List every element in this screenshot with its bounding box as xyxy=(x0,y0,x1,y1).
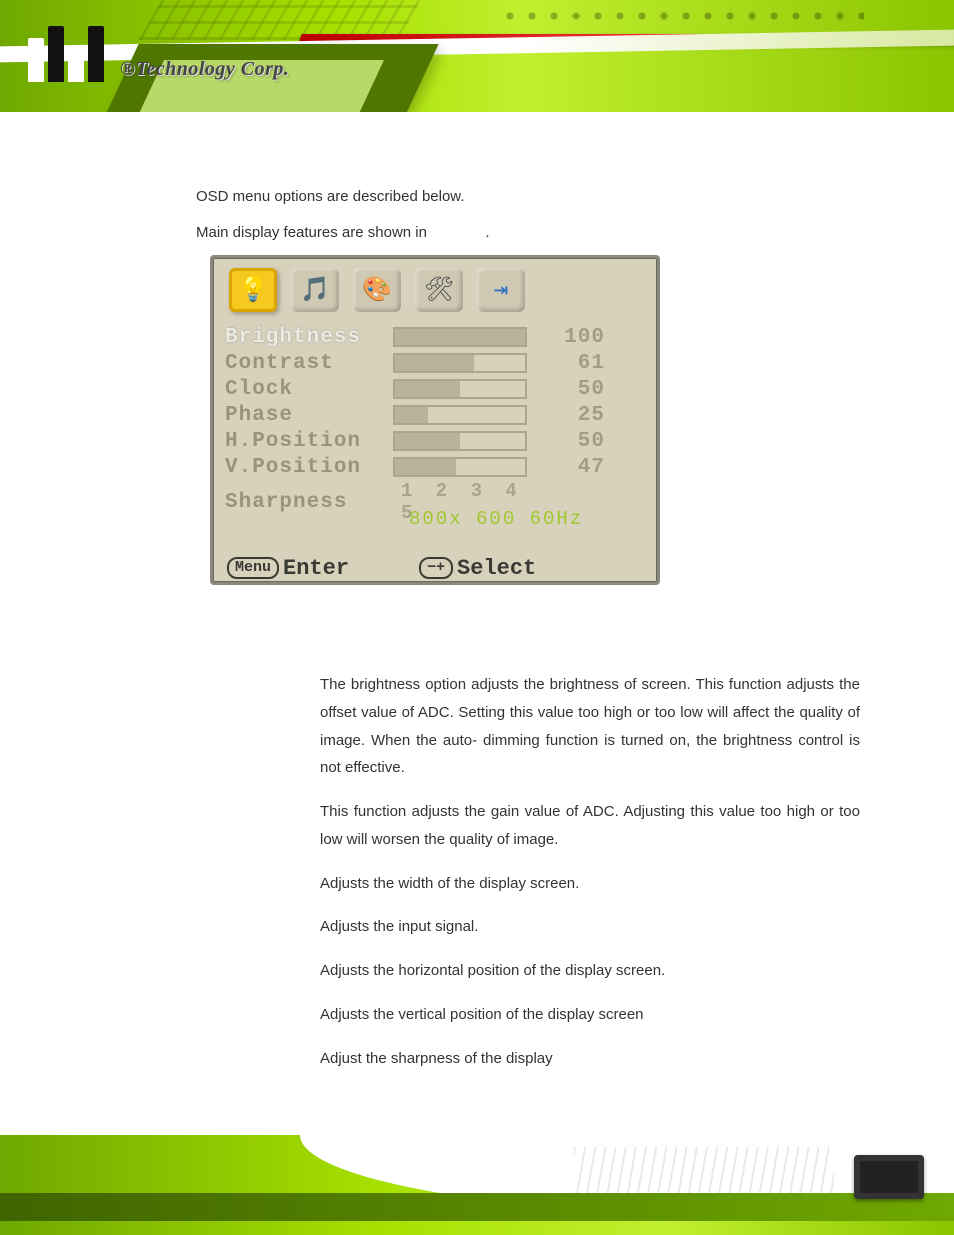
footer-banner xyxy=(0,1135,954,1235)
description-item: Adjusts the width of the display screen. xyxy=(320,870,860,898)
osd-row-value: 50 xyxy=(535,378,605,401)
exit-icon: ⇥ xyxy=(477,268,525,312)
osd-row: Contrast 61 xyxy=(225,350,645,376)
intro-text-1: OSD menu options are described below. xyxy=(196,184,860,210)
osd-row: V.Position 47 xyxy=(225,454,645,480)
intro2-suffix: . xyxy=(485,224,489,241)
descriptions: The brightness option adjusts the bright… xyxy=(320,671,860,1072)
osd-footer-select: −+Select xyxy=(419,556,536,581)
osd-row-bar xyxy=(395,459,525,475)
description-item: Adjust the sharpness of the display xyxy=(320,1045,860,1073)
osd-row-bar xyxy=(395,329,525,345)
osd-row-bar xyxy=(395,355,525,371)
description-item: Adjusts the horizontal position of the d… xyxy=(320,957,860,985)
osd-row-bar xyxy=(395,381,525,397)
tools-icon: 🛠 xyxy=(415,268,463,312)
description-item: This function adjusts the gain value of … xyxy=(320,798,860,854)
osd-row-label: H.Position xyxy=(225,430,395,453)
osd-row-label: Clock xyxy=(225,378,395,401)
osd-row-value: 25 xyxy=(535,404,605,427)
plusminus-key-icon: −+ xyxy=(419,557,453,579)
description-item: The brightness option adjusts the bright… xyxy=(320,671,860,782)
osd-row: Phase 25 xyxy=(225,402,645,428)
osd-row-value: 61 xyxy=(535,352,605,375)
music-icon: 🎵 xyxy=(291,268,339,312)
osd-row-label: Brightness xyxy=(225,326,395,349)
osd-row: Clock 50 xyxy=(225,376,645,402)
osd-row-value: 47 xyxy=(535,456,605,479)
chip-icon xyxy=(854,1155,924,1199)
page-body: OSD menu options are described below. Ma… xyxy=(196,184,860,1088)
osd-row-bar xyxy=(395,433,525,449)
logo-icon xyxy=(28,26,104,82)
bulb-icon: 💡 xyxy=(229,268,277,312)
header-banner: ®Technology Corp. xyxy=(0,0,954,112)
osd-row-label: Phase xyxy=(225,404,395,427)
osd-row-label: Contrast xyxy=(225,352,395,375)
palette-icon: 🎨 xyxy=(353,268,401,312)
description-item: Adjusts the input signal. xyxy=(320,913,860,941)
osd-figure: 💡 🎵 🎨 🛠 ⇥ Brightness 100 Contrast 61 Clock 50… xyxy=(210,255,660,585)
osd-row-value: 50 xyxy=(535,430,605,453)
osd-row-label: V.Position xyxy=(225,456,395,479)
menu-key-icon: Menu xyxy=(227,557,279,579)
osd-row: H.Position 50 xyxy=(225,428,645,454)
logo-text: ®Technology Corp. xyxy=(120,58,289,81)
osd-row-value: 100 xyxy=(535,326,605,349)
osd-row: Brightness 100 xyxy=(225,324,645,350)
osd-footer-enter: MenuEnter xyxy=(227,556,349,581)
intro-text-2: Main display features are shown in . xyxy=(196,220,860,246)
intro2-prefix: Main display features are shown in xyxy=(196,224,427,241)
description-item: Adjusts the vertical position of the dis… xyxy=(320,1001,860,1029)
osd-sharpness-label: Sharpness xyxy=(225,491,395,514)
osd-row-bar xyxy=(395,407,525,423)
